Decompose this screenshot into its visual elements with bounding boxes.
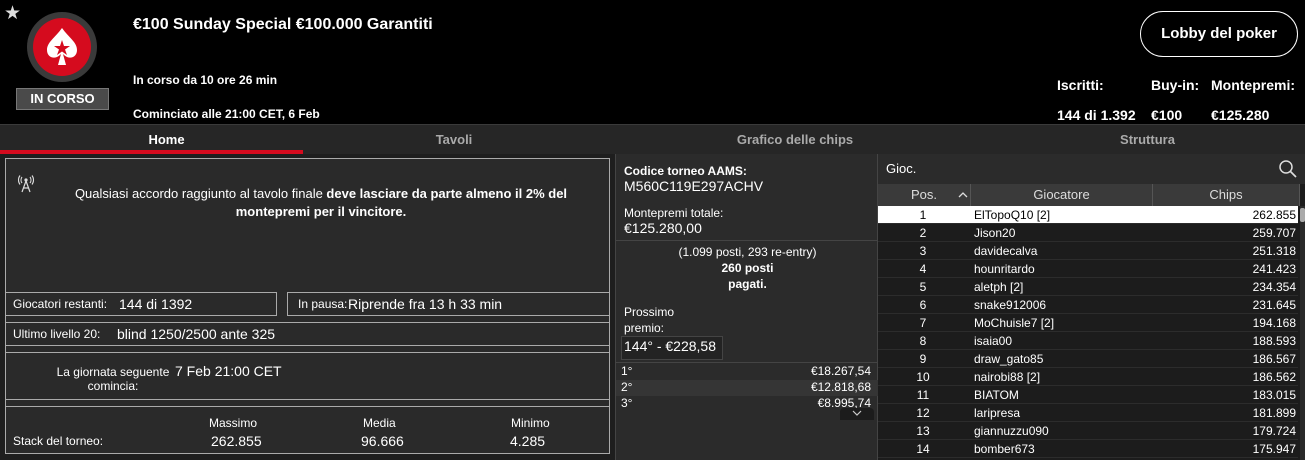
table-row[interactable]: 8 isaia00 188.593 <box>878 332 1298 350</box>
prizepool-value: €125.280 <box>1211 107 1270 123</box>
remaining-value: 144 di 1392 <box>119 296 193 312</box>
remaining-label: Giocatori restanti: <box>13 297 108 311</box>
tournament-stack-box: Stack del torneo: Massimo 262.855 Media … <box>5 406 610 454</box>
next-day-box: La giornata seguente comincia: 7 Feb 21:… <box>5 352 610 400</box>
column-chips[interactable]: Chips <box>1153 184 1300 206</box>
remaining-players-box: Giocatori restanti: 144 di 1392 <box>5 292 277 316</box>
pause-label: In pausa: <box>298 297 348 311</box>
buyin-label: Buy-in: <box>1151 77 1200 93</box>
max-value: 262.855 <box>211 433 262 449</box>
table-row[interactable]: 14 bomber673 175.947 <box>878 440 1298 458</box>
paid-places: (1.099 posti, 293 re-entry) 260 posti pa… <box>678 245 817 291</box>
avg-value: 96.666 <box>361 433 404 449</box>
status-badge: IN CORSO <box>16 88 109 110</box>
min-label: Minimo <box>511 416 550 430</box>
tournament-info-panel: Qualsiasi accordo raggiunto al tavolo fi… <box>0 154 615 460</box>
scrollbar-track[interactable] <box>1300 206 1305 460</box>
table-row[interactable]: 9 draw_gato85 186.567 <box>878 350 1298 368</box>
registered-label: Iscritti: <box>1057 77 1104 93</box>
max-label: Massimo <box>209 416 258 430</box>
registered-value: 144 di 1.392 <box>1057 107 1136 123</box>
tab-tables[interactable]: Tavoli <box>304 125 604 155</box>
table-row[interactable]: 3 davidecalva 251.318 <box>878 242 1298 260</box>
pause-value: Riprende fra 13 h 33 min <box>348 296 503 312</box>
aams-code-label: Codice torneo AAMS: <box>624 164 747 178</box>
level-value: blind 1250/2500 ante 325 <box>117 326 276 342</box>
tab-chip-graph[interactable]: Grafico delle chips <box>640 125 950 155</box>
prize-row: 2° €12.818,68 <box>616 380 879 396</box>
table-row[interactable]: 1 ElTopoQ10 [2] 262.855 <box>878 206 1298 224</box>
level-label: Ultimo livello 20: <box>13 327 101 341</box>
pokerstars-logo <box>27 12 97 82</box>
notice-text: Qualsiasi accordo raggiunto al tavolo fi… <box>74 186 568 219</box>
tab-structure[interactable]: Struttura <box>1000 125 1295 155</box>
player-search[interactable]: Gioc. <box>878 154 1305 184</box>
table-row[interactable]: 10 nairobi88 [2] 186.562 <box>878 368 1298 386</box>
scrollbar-thumb[interactable] <box>1300 208 1305 222</box>
prize-row: 1° €18.267,54 <box>621 364 871 378</box>
table-row[interactable]: 11 BIATOM 183.015 <box>878 386 1298 404</box>
leaderboard-panel: Gioc. Pos. Giocatore Chips 1 ElTopoQ10 [2… <box>878 154 1305 460</box>
nextday-label: La giornata seguente comincia: <box>56 365 170 393</box>
nextday-value: 7 Feb 21:00 CET <box>175 363 282 379</box>
total-prize-value: €125.280,00 <box>624 220 702 236</box>
expand-prizes-icon[interactable] <box>840 408 874 420</box>
table-row[interactable]: 6 snake912006 231.645 <box>878 296 1298 314</box>
total-prize-label: Montepremi totale: <box>624 206 724 220</box>
avg-label: Media <box>363 416 396 430</box>
table-row[interactable]: 5 aletph [2] 234.354 <box>878 278 1298 296</box>
min-value: 4.285 <box>510 433 546 449</box>
search-input[interactable]: Gioc. <box>886 161 916 176</box>
tournament-header: ★ IN CORSO €100 Sunday Special €100.000 … <box>0 0 1305 124</box>
table-row[interactable]: 7 MoChuisle7 [2] 194.168 <box>878 314 1298 332</box>
table-row[interactable]: 2 Jison20 259.707 <box>878 224 1298 242</box>
next-prize-value: 144° - €228,58 <box>624 338 717 354</box>
sort-chevron-up-icon[interactable] <box>957 190 969 200</box>
tournament-title: €100 Sunday Special €100.000 Garantiti <box>133 16 433 33</box>
buyin-value: €100 <box>1151 107 1183 123</box>
start-time: Cominciato alle 21:00 CET, 6 Feb <box>133 107 320 121</box>
running-time: In corso da 10 ore 26 min <box>133 73 278 87</box>
table-row[interactable]: 12 laripresa 181.899 <box>878 404 1298 422</box>
stack-label: Stack del torneo: <box>13 434 104 448</box>
column-player[interactable]: Giocatore <box>971 184 1153 206</box>
table-row[interactable]: 4 hounritardo 241.423 <box>878 260 1298 278</box>
pause-box: In pausa: Riprende fra 13 h 33 min <box>287 292 610 316</box>
broadcast-icon <box>18 175 34 193</box>
next-prize-label: Prossimo premio: <box>624 305 675 335</box>
blind-level-box: Ultimo livello 20: blind 1250/2500 ante … <box>5 322 610 346</box>
prize-info-panel: Codice torneo AAMS: M560C119E297ACHV Mon… <box>615 154 879 460</box>
prizepool-label: Montepremi: <box>1211 77 1295 93</box>
aams-code-value: M560C119E297ACHV <box>624 178 764 194</box>
search-icon[interactable] <box>1278 159 1298 179</box>
favorite-star-icon[interactable]: ★ <box>4 2 21 25</box>
lobby-button[interactable]: Lobby del poker <box>1140 11 1298 57</box>
table-row[interactable]: 13 giannuzzu090 179.724 <box>878 422 1298 440</box>
